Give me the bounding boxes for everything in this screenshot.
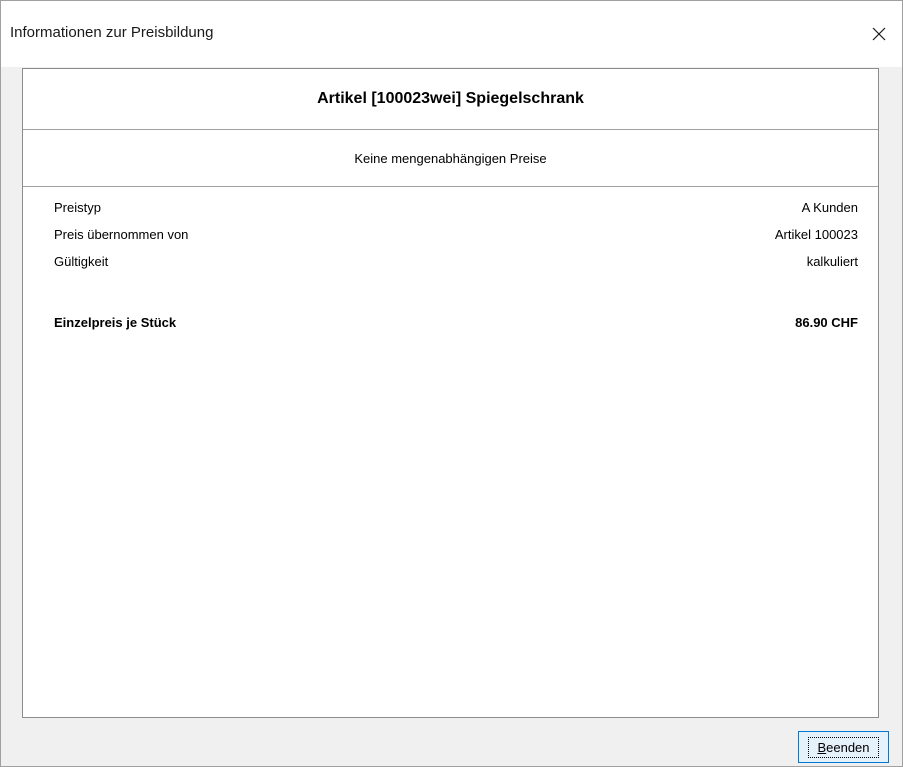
article-title: Artikel [100023wei] Spiegelschrank [317,90,584,107]
price-info-panel: Artikel [100023wei] Spiegelschrank Keine… [22,68,879,718]
quantity-note-section: Keine mengenabhängigen Preise [23,130,878,187]
title-bar: Informationen zur Preisbildung [1,1,902,67]
detail-value: Artikel 100023 [774,227,858,242]
quantity-note: Keine mengenabhängigen Preise [354,150,547,166]
window-title: Informationen zur Preisbildung [10,24,214,41]
close-icon [872,27,886,41]
detail-row-price-type: Preistyp A Kunden [54,199,858,226]
close-button[interactable] [856,1,902,67]
dialog-footer: Beenden [1,719,902,766]
end-button-label: Beenden [808,736,879,758]
price-details: Preistyp A Kunden Preis übernommen von A… [54,199,858,280]
detail-row-price-source: Preis übernommen von Artikel 100023 [54,226,858,253]
detail-value: A Kunden [801,200,858,215]
detail-label: Preis übernommen von [54,227,189,242]
end-button-mnemonic: B [817,739,827,755]
detail-row-validity: Gültigkeit kalkuliert [54,253,858,280]
end-button-label-rest: eenden [826,739,870,755]
unit-price-row: Einzelpreis je Stück 86.90 CHF [54,314,858,331]
detail-label: Gültigkeit [54,254,109,269]
end-button[interactable]: Beenden [798,731,889,763]
article-header: Artikel [100023wei] Spiegelschrank [23,69,878,130]
detail-label: Preistyp [54,200,101,215]
price-info-dialog: Informationen zur Preisbildung Artikel [… [0,0,903,767]
detail-value: kalkuliert [806,254,858,269]
unit-price-label: Einzelpreis je Stück [54,315,177,330]
unit-price-value: 86.90 CHF [795,315,858,330]
